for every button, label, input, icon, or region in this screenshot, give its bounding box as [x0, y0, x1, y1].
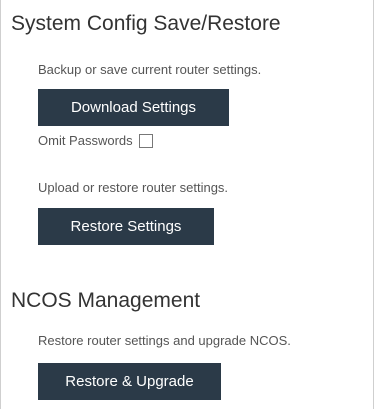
- system-config-title: System Config Save/Restore: [11, 12, 281, 35]
- restore-settings-button[interactable]: Restore Settings: [38, 208, 214, 245]
- ncos-management-title: NCOS Management: [11, 289, 201, 312]
- omit-passwords-label: Omit Passwords: [38, 133, 133, 148]
- restore-upgrade-button[interactable]: Restore & Upgrade: [38, 363, 221, 400]
- ncos-description: Restore router settings and upgrade NCOS…: [38, 333, 291, 348]
- config-panel: System Config Save/Restore Backup or sav…: [0, 0, 374, 409]
- omit-passwords-checkbox[interactable]: [138, 133, 153, 148]
- backup-description: Backup or save current router settings.: [38, 62, 262, 77]
- download-settings-button[interactable]: Download Settings: [38, 89, 229, 126]
- upload-description: Upload or restore router settings.: [38, 180, 229, 195]
- omit-passwords-row: Omit Passwords: [38, 133, 153, 148]
